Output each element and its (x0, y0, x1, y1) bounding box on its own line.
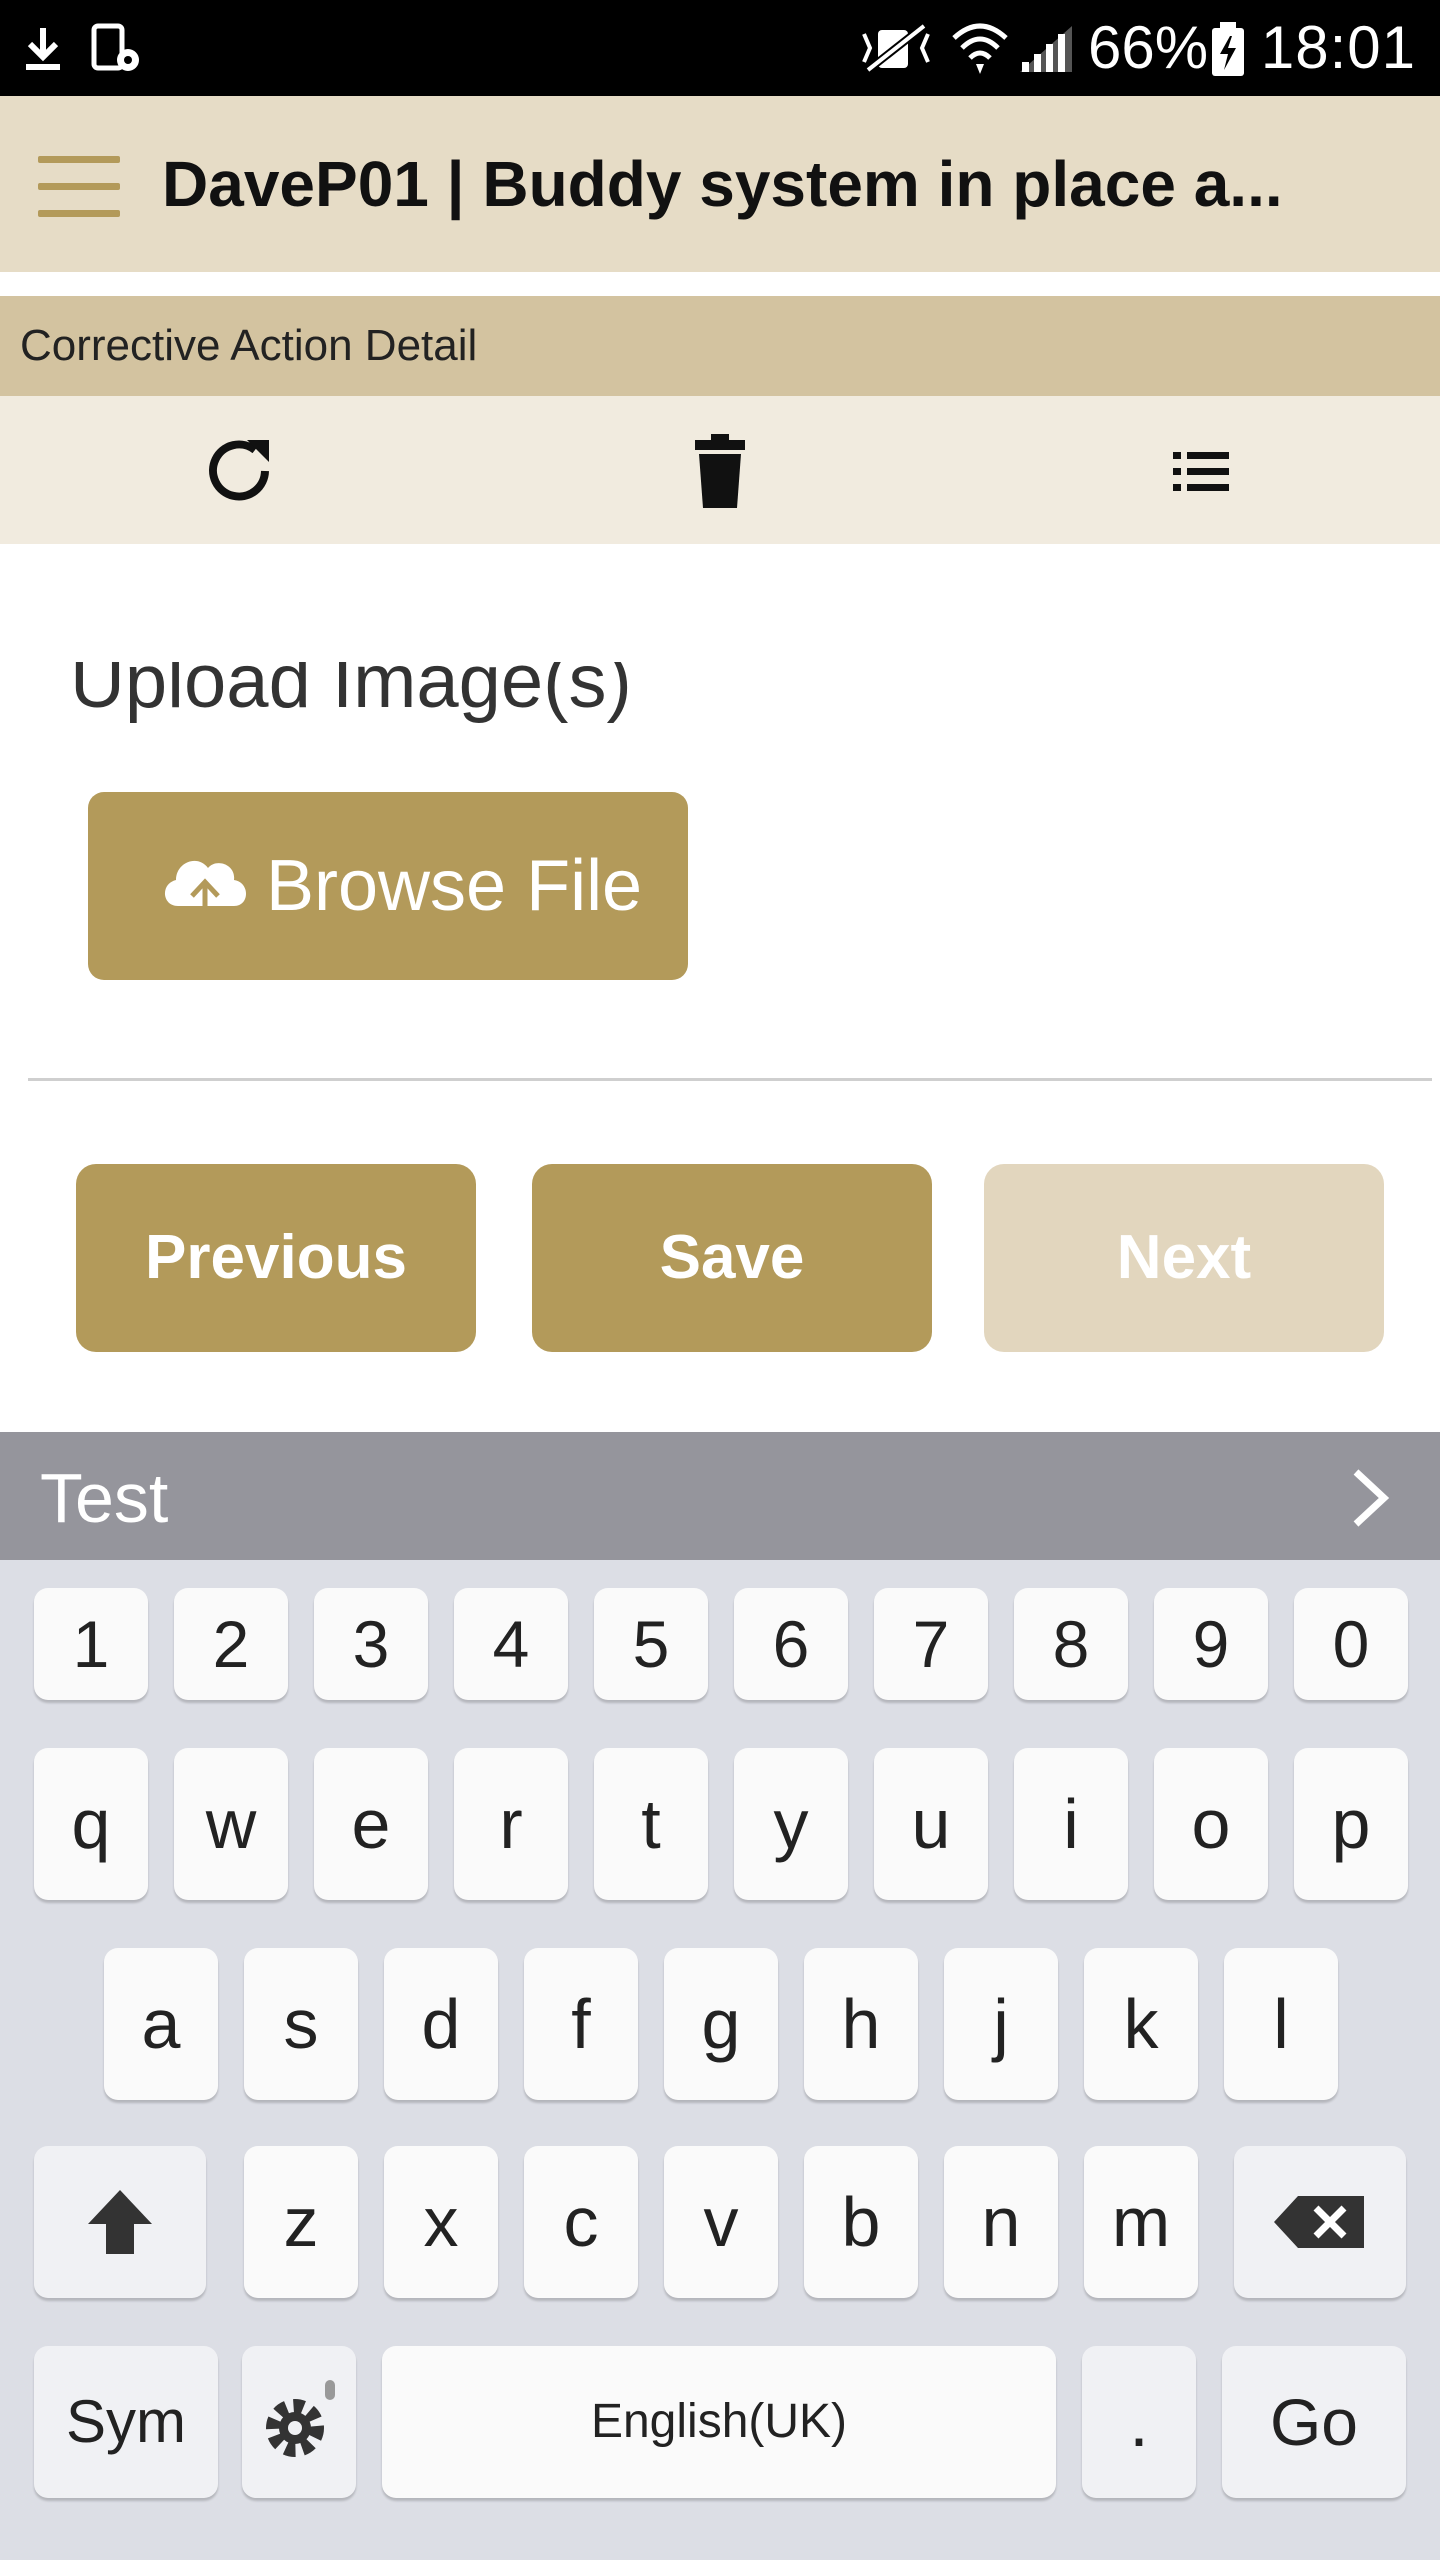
key-c[interactable]: c (524, 2146, 638, 2298)
period-key[interactable]: . (1082, 2346, 1196, 2498)
space-key[interactable]: English(UK) (382, 2346, 1056, 2498)
key-3[interactable]: 3 (314, 1588, 428, 1700)
key-1[interactable]: 1 (34, 1588, 148, 1700)
app-bar: DaveP01 | Buddy system in place a... (0, 96, 1440, 272)
suggestion-bar: Test (0, 1432, 1440, 1560)
previous-button[interactable]: Previous (76, 1164, 476, 1352)
key-h[interactable]: h (804, 1948, 918, 2100)
key-s[interactable]: s (244, 1948, 358, 2100)
key-j[interactable]: j (944, 1948, 1058, 2100)
page-title: DaveP01 | Buddy system in place a... (162, 148, 1283, 220)
browse-file-label: Browse File (266, 846, 643, 926)
wifi-icon (952, 23, 1008, 74)
list-icon[interactable] (1155, 426, 1245, 516)
key-k[interactable]: k (1084, 1948, 1198, 2100)
key-v[interactable]: v (664, 2146, 778, 2298)
key-2[interactable]: 2 (174, 1588, 288, 1700)
key-y[interactable]: y (734, 1748, 848, 1900)
key-t[interactable]: t (594, 1748, 708, 1900)
download-icon (26, 28, 60, 70)
mute-icon (862, 22, 930, 74)
cloud-upload-icon (164, 860, 246, 924)
key-u[interactable]: u (874, 1748, 988, 1900)
suggestion-word[interactable]: Test (40, 1460, 168, 1536)
divider (28, 1078, 1432, 1081)
section-header: Corrective Action Detail (0, 296, 1440, 396)
backspace-key[interactable] (1234, 2146, 1406, 2298)
key-4[interactable]: 4 (454, 1588, 568, 1700)
key-z[interactable]: z (244, 2146, 358, 2298)
save-button[interactable]: Save (532, 1164, 932, 1352)
keyboard: Test 1234567890 qwertyuiop asdfghjkl zxcvbn… (0, 1432, 1440, 2560)
signal-icon (1020, 26, 1072, 72)
section-title: Corrective Action Detail (20, 321, 478, 370)
key-d[interactable]: d (384, 1948, 498, 2100)
key-g[interactable]: g (664, 1948, 778, 2100)
backspace-icon (1274, 2196, 1364, 2248)
key-o[interactable]: o (1154, 1748, 1268, 1900)
upload-label-clip: Upload Image(s) (0, 662, 1440, 758)
key-a[interactable]: a (104, 1948, 218, 2100)
key-f[interactable]: f (524, 1948, 638, 2100)
key-w[interactable]: w (174, 1748, 288, 1900)
key-8[interactable]: 8 (1014, 1588, 1128, 1700)
key-x[interactable]: x (384, 2146, 498, 2298)
battery-percent: 66% (1088, 14, 1209, 81)
action-toolbar (0, 396, 1440, 544)
key-0[interactable]: 0 (1294, 1588, 1408, 1700)
key-7[interactable]: 7 (874, 1588, 988, 1700)
delete-icon[interactable] (675, 426, 765, 516)
go-key[interactable]: Go (1222, 2346, 1406, 2498)
chevron-right-icon[interactable] (1340, 1466, 1400, 1530)
key-i[interactable]: i (1014, 1748, 1128, 1900)
key-r[interactable]: r (454, 1748, 568, 1900)
upload-label: Upload Image(s) (70, 662, 632, 724)
gear-icon (266, 2380, 335, 2457)
key-m[interactable]: m (1084, 2146, 1198, 2298)
key-e[interactable]: e (314, 1748, 428, 1900)
key-b[interactable]: b (804, 2146, 918, 2298)
key-6[interactable]: 6 (734, 1588, 848, 1700)
refresh-icon[interactable] (195, 426, 285, 516)
key-9[interactable]: 9 (1154, 1588, 1268, 1700)
hamburger-icon[interactable] (38, 156, 122, 218)
key-n[interactable]: n (944, 2146, 1058, 2298)
clock: 18:01 (1260, 14, 1416, 81)
shift-icon (88, 2190, 152, 2254)
status-bar: 66% 18:01 (0, 0, 1440, 96)
phone-settings-icon (91, 23, 139, 71)
next-button[interactable]: Next (984, 1164, 1384, 1352)
browse-file-button[interactable]: Browse File (88, 792, 688, 980)
sym-key[interactable]: Sym (34, 2346, 218, 2498)
settings-key[interactable] (242, 2346, 356, 2498)
key-p[interactable]: p (1294, 1748, 1408, 1900)
key-l[interactable]: l (1224, 1948, 1338, 2100)
key-5[interactable]: 5 (594, 1588, 708, 1700)
key-q[interactable]: q (34, 1748, 148, 1900)
shift-key[interactable] (34, 2146, 206, 2298)
battery-charging-icon (1212, 22, 1244, 76)
